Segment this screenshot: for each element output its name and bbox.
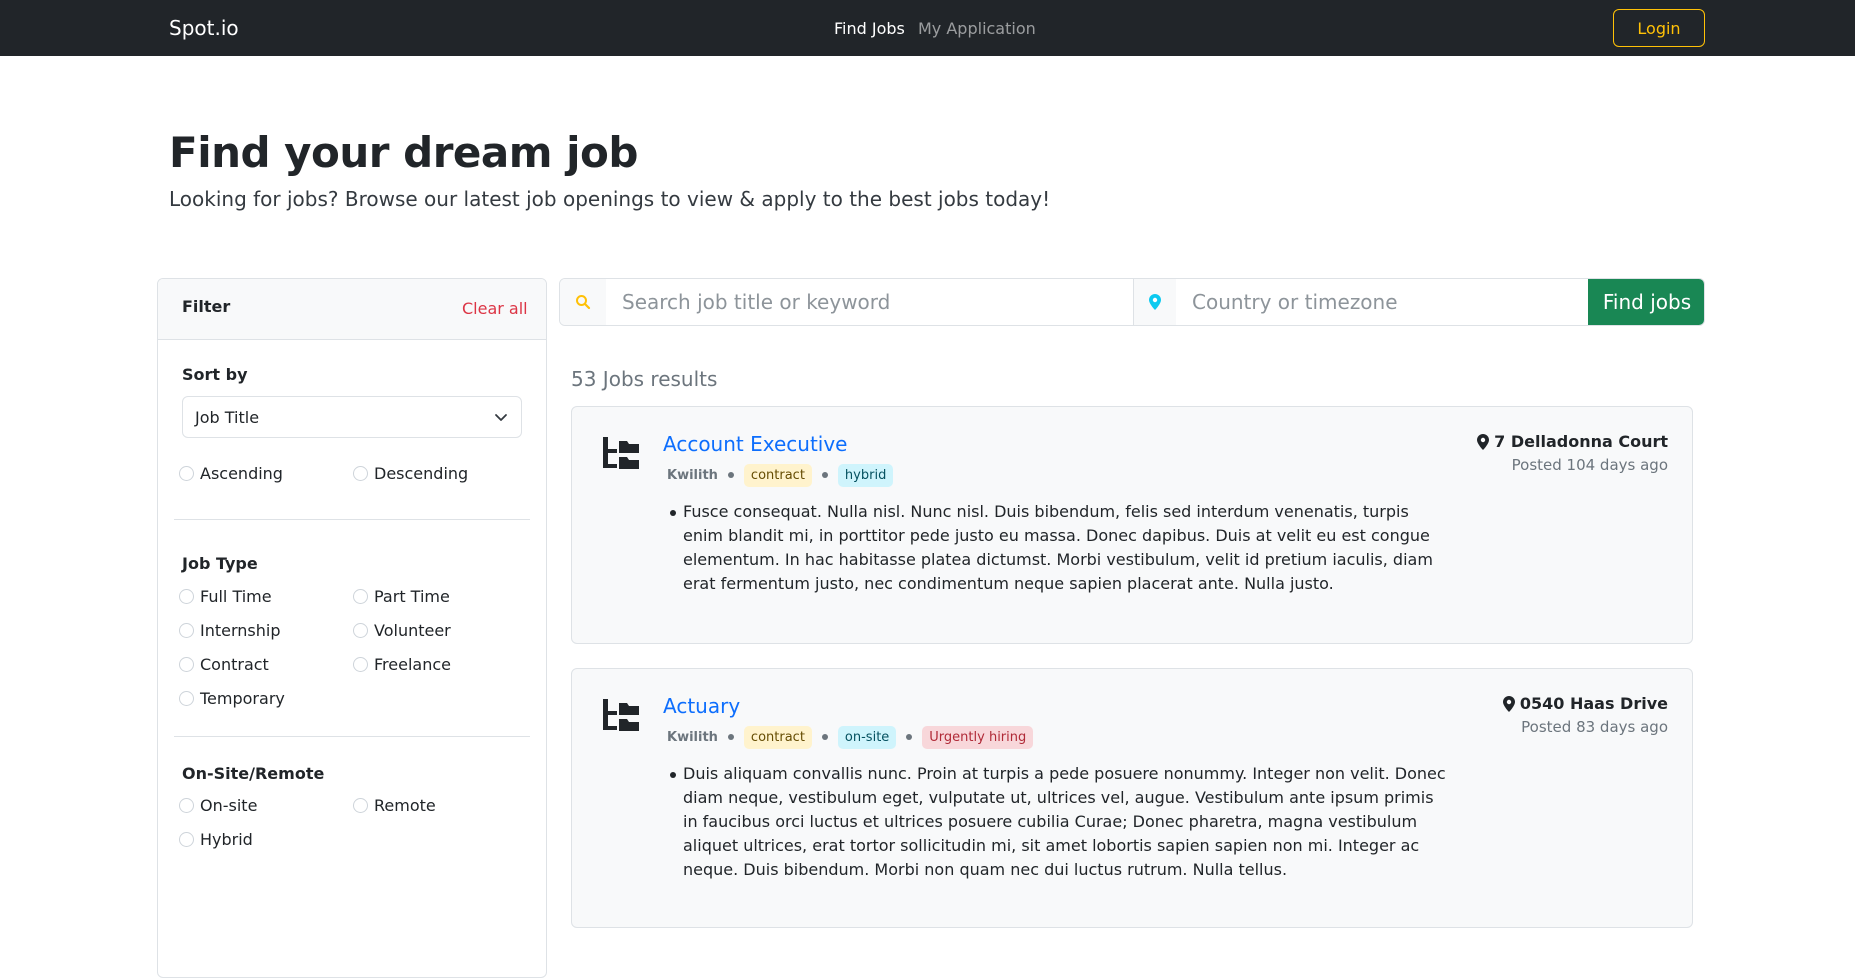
onsite-option-hybrid[interactable]: Hybrid — [179, 829, 253, 849]
job-location: 0540 Haas Drive — [1502, 694, 1668, 713]
job-card[interactable]: Actuary Kwilith contract on-site Urgentl… — [571, 668, 1693, 928]
job-meta: Kwilith contract on-site Urgently hiring — [667, 724, 1034, 750]
radio-circle[interactable] — [179, 465, 194, 481]
page-subtitle: Looking for jobs? Browse our latest job … — [169, 187, 1051, 211]
job-type-full-time[interactable]: Full Time — [179, 586, 272, 606]
location-text: 7 Delladonna Court — [1494, 432, 1668, 451]
map-pin-icon — [1149, 294, 1161, 310]
sort-select-value: Job Title — [195, 408, 260, 427]
radio-label: On-site — [200, 795, 258, 815]
radio-circle[interactable] — [179, 622, 194, 638]
find-jobs-button[interactable]: Find jobs — [1588, 279, 1704, 325]
radio-circle[interactable] — [353, 622, 368, 638]
company-name: Kwilith — [667, 729, 718, 745]
sort-select[interactable]: Job Title — [182, 396, 522, 438]
radio-label: Internship — [200, 620, 281, 640]
urgent-badge: Urgently hiring — [922, 725, 1034, 749]
divider — [174, 736, 530, 737]
keyword-search-input[interactable] — [606, 279, 1133, 325]
sort-ascending-radio[interactable]: Ascending — [179, 463, 283, 483]
brand-logo[interactable]: Spot.io — [169, 16, 239, 40]
location-icon-box — [1134, 279, 1176, 325]
job-type-badge: contract — [743, 463, 812, 487]
filter-header: Filter Clear all — [158, 279, 546, 340]
radio-label: Remote — [374, 795, 436, 815]
radio-label: Ascending — [200, 463, 283, 483]
radio-label: Freelance — [374, 654, 451, 674]
radio-label: Volunteer — [374, 620, 451, 640]
search-icon-box — [560, 279, 606, 325]
bullet-icon — [670, 510, 676, 516]
radio-circle[interactable] — [179, 656, 194, 672]
radio-circle[interactable] — [353, 465, 368, 481]
search-icon — [576, 295, 591, 310]
briefcase-tree-icon — [603, 437, 639, 469]
chevron-down-icon — [495, 414, 507, 421]
nav-my-application[interactable]: My Application — [918, 19, 1036, 38]
job-title-link[interactable]: Actuary — [663, 694, 740, 718]
job-type-temporary[interactable]: Temporary — [179, 688, 285, 708]
job-type-contract[interactable]: Contract — [179, 654, 269, 674]
company-name: Kwilith — [667, 467, 718, 483]
job-description: Fusce consequat. Nulla nisl. Nunc nisl. … — [683, 502, 1433, 593]
posted-date: Posted 104 days ago — [1511, 456, 1668, 474]
job-description: Duis aliquam convallis nunc. Proin at tu… — [683, 764, 1446, 879]
bullet-icon — [670, 772, 676, 778]
separator-dot — [727, 472, 734, 478]
clear-all-link[interactable]: Clear all — [462, 299, 528, 318]
job-type-badge: contract — [743, 725, 812, 749]
posted-date: Posted 83 days ago — [1521, 718, 1668, 736]
radio-circle[interactable] — [179, 797, 194, 813]
separator-dot — [821, 472, 828, 478]
divider — [174, 519, 530, 520]
location-search-input[interactable] — [1176, 279, 1588, 325]
radio-label: Part Time — [374, 586, 450, 606]
work-mode-badge: hybrid — [837, 463, 894, 487]
separator-dot — [821, 734, 828, 740]
job-meta: Kwilith contract hybrid — [667, 462, 894, 488]
briefcase-tree-icon — [603, 699, 639, 731]
results-count: 53 Jobs results — [571, 367, 718, 391]
map-pin-icon — [1477, 433, 1490, 450]
radio-label: Contract — [200, 654, 269, 674]
radio-circle[interactable] — [353, 797, 368, 813]
job-type-freelance[interactable]: Freelance — [353, 654, 451, 674]
onsite-option-remote[interactable]: Remote — [353, 795, 436, 815]
login-button[interactable]: Login — [1613, 9, 1705, 47]
radio-circle[interactable] — [353, 656, 368, 672]
job-location: 7 Delladonna Court — [1477, 432, 1668, 451]
job-title-link[interactable]: Account Executive — [663, 432, 847, 456]
sort-by-label: Sort by — [182, 365, 248, 384]
job-type-volunteer[interactable]: Volunteer — [353, 620, 451, 640]
job-type-part-time[interactable]: Part Time — [353, 586, 450, 606]
filter-title: Filter — [182, 297, 231, 316]
job-card[interactable]: Account Executive Kwilith contract hybri… — [571, 406, 1693, 644]
work-mode-badge: on-site — [837, 725, 897, 749]
radio-circle[interactable] — [179, 690, 194, 706]
job-type-internship[interactable]: Internship — [179, 620, 281, 640]
navbar: Spot.io Find Jobs My Application Login — [0, 0, 1855, 56]
radio-label: Temporary — [200, 688, 285, 708]
radio-label: Full Time — [200, 586, 272, 606]
radio-label: Descending — [374, 463, 469, 483]
radio-circle[interactable] — [179, 831, 194, 847]
filter-panel: Filter Clear all Sort by Job Title Ascen… — [157, 278, 547, 978]
location-text: 0540 Haas Drive — [1519, 694, 1668, 713]
nav-find-jobs[interactable]: Find Jobs — [834, 19, 905, 38]
onsite-option-on-site[interactable]: On-site — [179, 795, 257, 815]
onsite-remote-label: On-Site/Remote — [182, 764, 325, 783]
separator-dot — [906, 734, 913, 740]
radio-circle[interactable] — [353, 588, 368, 604]
map-pin-icon — [1502, 695, 1515, 712]
job-type-label: Job Type — [182, 554, 258, 573]
job-search-bar: Find jobs — [559, 278, 1705, 326]
radio-label: Hybrid — [200, 829, 253, 849]
radio-circle[interactable] — [179, 588, 194, 604]
page-title: Find your dream job — [169, 128, 638, 177]
sort-descending-radio[interactable]: Descending — [353, 463, 468, 483]
separator-dot — [727, 734, 734, 740]
